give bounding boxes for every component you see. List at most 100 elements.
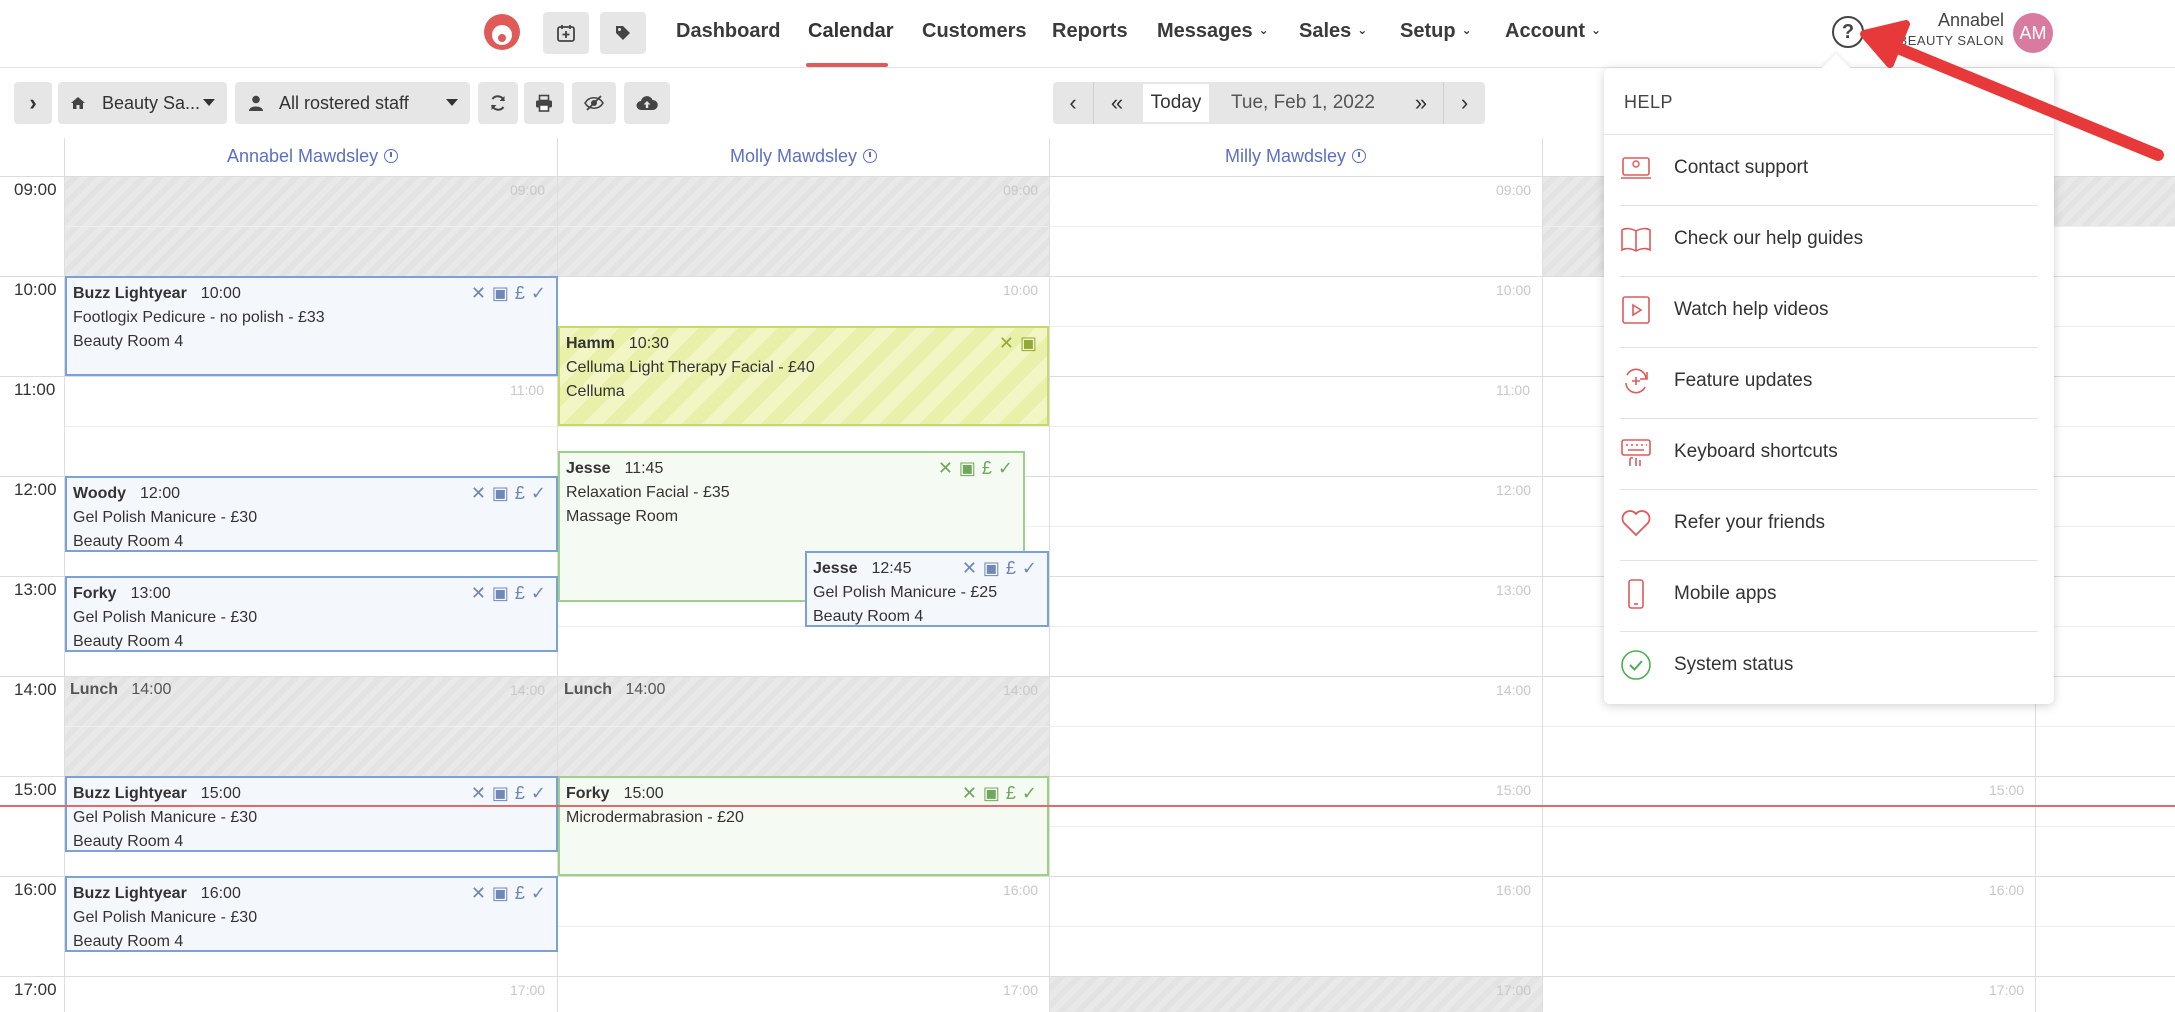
refresh-button[interactable] bbox=[478, 82, 518, 124]
staff-name-label: Milly Mawdsley bbox=[1225, 146, 1347, 166]
prev-day-button[interactable]: ‹ bbox=[1053, 82, 1093, 124]
client-name: Buzz Lightyear bbox=[73, 885, 187, 902]
time-label: 10:00 bbox=[14, 280, 57, 299]
appointment-card[interactable]: Buzz Lightyear 15:00 Gel Polish Manicure … bbox=[65, 776, 558, 852]
today-button[interactable]: Today bbox=[1143, 84, 1209, 122]
clock-icon bbox=[863, 149, 878, 163]
calendar-plus-icon bbox=[557, 25, 575, 42]
staff-header-annabel[interactable]: Annabel Mawdsley bbox=[227, 146, 399, 167]
service-name: Gel Polish Manicure - £30 bbox=[73, 609, 258, 626]
nav-messages-label: Messages bbox=[1157, 20, 1253, 42]
help-refer-friends[interactable]: Refer your friends bbox=[1620, 490, 2038, 561]
visibility-toggle-button[interactable] bbox=[572, 82, 616, 124]
help-feature-updates[interactable]: Feature updates bbox=[1620, 348, 2038, 419]
time-label: 13:00 bbox=[14, 580, 57, 599]
prev-week-button[interactable]: « bbox=[1094, 82, 1140, 124]
staff-header-milly[interactable]: Milly Mawdsley bbox=[1225, 146, 1367, 167]
slot-time: 16:00 bbox=[1003, 882, 1039, 898]
lunch-time: 14:00 bbox=[131, 681, 172, 698]
nav-messages[interactable]: Messages ⌄ bbox=[1157, 20, 1269, 43]
column-divider bbox=[1542, 138, 1543, 1012]
help-system-status[interactable]: System status bbox=[1620, 632, 2038, 703]
help-keyboard-shortcuts[interactable]: Keyboard shortcuts bbox=[1620, 419, 2038, 490]
half-hour-line bbox=[64, 726, 2175, 727]
appointment-card[interactable]: Buzz Lightyear 16:00 Gel Polish Manicure … bbox=[65, 876, 558, 952]
client-name: Buzz Lightyear bbox=[73, 285, 187, 302]
top-navigation: Dashboard Calendar Customers Reports Mes… bbox=[0, 0, 2175, 68]
slot-time: 11:00 bbox=[510, 382, 544, 398]
status-icons: ✕▣£✓ bbox=[470, 583, 552, 603]
client-name: Woody bbox=[73, 485, 127, 502]
appointment-card[interactable]: Woody 12:00 Gel Polish Manicure - £30 Bea… bbox=[65, 476, 558, 552]
help-item-label: Feature updates bbox=[1674, 370, 1813, 391]
nav-account[interactable]: Account ⌄ bbox=[1505, 20, 1601, 43]
location-select[interactable]: Beauty Sa... bbox=[58, 82, 227, 124]
service-name: Gel Polish Manicure - £25 bbox=[813, 584, 998, 601]
time-label: 11:00 bbox=[14, 380, 56, 399]
appointment-time: 15:00 bbox=[200, 785, 241, 802]
help-guides[interactable]: Check our help guides bbox=[1620, 206, 2038, 277]
slot-time: 17:00 bbox=[1003, 982, 1039, 998]
print-button[interactable] bbox=[524, 82, 564, 124]
help-contact-support[interactable]: Contact support bbox=[1620, 135, 2038, 206]
appointment-time: 15:00 bbox=[623, 785, 664, 802]
lunch-break[interactable]: Lunch 14:00 bbox=[70, 681, 171, 699]
appointment-card[interactable]: Forky 15:00 Microdermabrasion - £20 ✕▣£✓ bbox=[558, 776, 1049, 876]
avatar[interactable]: AM bbox=[2013, 13, 2053, 53]
appointment-card[interactable]: Jesse 12:45 Gel Polish Manicure - £25 Bea… bbox=[805, 551, 1049, 627]
keyboard-icon bbox=[1621, 439, 1651, 466]
nav-calendar[interactable]: Calendar bbox=[808, 20, 894, 43]
slot-time: 12:00 bbox=[1496, 482, 1532, 498]
status-icons: ✕▣ bbox=[998, 333, 1043, 353]
next-day-button[interactable]: › bbox=[1444, 82, 1485, 124]
client-name: Hamm bbox=[566, 335, 615, 352]
current-date[interactable]: Tue, Feb 1, 2022 bbox=[1213, 82, 1393, 124]
slot-time: 09:00 bbox=[510, 182, 546, 198]
room-name: Massage Room bbox=[566, 508, 679, 525]
new-appointment-button[interactable] bbox=[543, 12, 589, 54]
appointment-card[interactable]: Forky 13:00 Gel Polish Manicure - £30 Bea… bbox=[65, 576, 558, 652]
chevron-down-icon: ⌄ bbox=[1258, 23, 1269, 37]
lunch-break[interactable]: Lunch 14:00 bbox=[564, 681, 665, 699]
tag-icon bbox=[616, 26, 630, 40]
room-name: Beauty Room 4 bbox=[73, 833, 184, 850]
service-name: Microdermabrasion - £20 bbox=[566, 809, 744, 826]
status-icons: ✕▣£✓ bbox=[470, 883, 552, 903]
double-chevron-left-icon: « bbox=[1110, 90, 1124, 115]
nav-sales[interactable]: Sales ⌄ bbox=[1299, 20, 1367, 43]
help-videos[interactable]: Watch help videos bbox=[1620, 277, 2038, 348]
time-label: 15:00 bbox=[14, 780, 57, 799]
cloud-upload-icon bbox=[636, 96, 658, 110]
nav-dashboard[interactable]: Dashboard bbox=[676, 20, 780, 43]
appointment-card[interactable]: Buzz Lightyear 10:00 Footlogix Pedicure -… bbox=[65, 276, 558, 376]
staff-filter-select[interactable]: All rostered staff bbox=[235, 82, 470, 124]
nav-customers[interactable]: Customers bbox=[922, 20, 1026, 43]
lunch-label: Lunch bbox=[70, 681, 118, 698]
status-icons: ✕▣£✓ bbox=[937, 458, 1019, 478]
refresh-updates-icon bbox=[1625, 368, 1648, 394]
slot-time: 16:00 bbox=[1496, 882, 1532, 898]
help-title: HELP bbox=[1624, 92, 1674, 112]
time-label: 14:00 bbox=[14, 680, 57, 699]
help-item-label: System status bbox=[1674, 654, 1794, 675]
room-name: Beauty Room 4 bbox=[73, 333, 184, 350]
eye-slash-icon bbox=[584, 95, 604, 111]
chevron-down-icon: ⌄ bbox=[1461, 23, 1472, 37]
location-value: Beauty Sa... bbox=[102, 92, 201, 113]
next-week-button[interactable]: » bbox=[1399, 82, 1443, 124]
tag-button[interactable] bbox=[600, 12, 646, 54]
upload-button[interactable] bbox=[624, 82, 670, 124]
help-item-label: Contact support bbox=[1674, 157, 1809, 178]
help-mobile-apps[interactable]: Mobile apps bbox=[1620, 561, 2038, 632]
unavailable-block bbox=[2054, 176, 2175, 226]
help-item-label: Watch help videos bbox=[1674, 299, 1829, 320]
slot-time: 17:00 bbox=[1989, 982, 2025, 998]
help-icon[interactable]: ? bbox=[1832, 16, 1864, 48]
nav-setup[interactable]: Setup ⌄ bbox=[1400, 20, 1472, 43]
logo-icon[interactable] bbox=[482, 12, 522, 52]
appointment-card[interactable]: Hamm 10:30 Celluma Light Therapy Facial -… bbox=[558, 326, 1049, 426]
staff-header-molly[interactable]: Molly Mawdsley bbox=[730, 146, 878, 167]
status-icons: ✕▣£✓ bbox=[470, 483, 552, 503]
expand-sidebar-button[interactable]: › bbox=[14, 82, 52, 124]
nav-reports[interactable]: Reports bbox=[1052, 20, 1128, 43]
